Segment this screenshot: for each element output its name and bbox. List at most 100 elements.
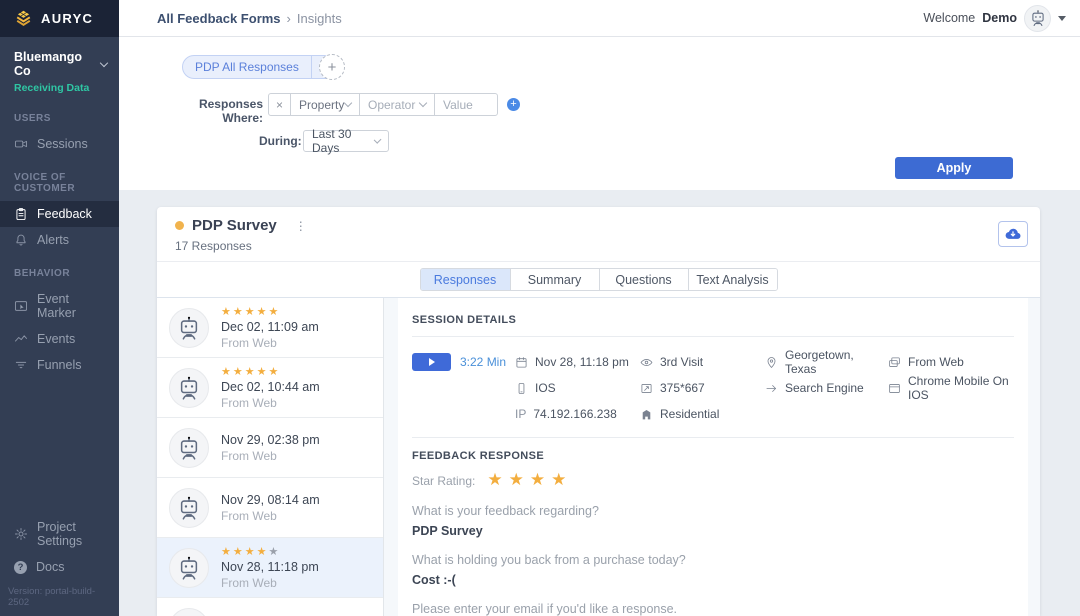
- top-bar: All Feedback Forms › Insights Welcome De…: [119, 0, 1080, 37]
- divider: [412, 336, 1014, 337]
- session-detail-item: 375*667: [640, 381, 765, 395]
- user-avatar[interactable]: [1024, 4, 1051, 32]
- during-select-value: Last 30 Days: [312, 127, 352, 155]
- sidebar-item-alerts[interactable]: Alerts: [0, 227, 119, 253]
- sidebar-item-feedback[interactable]: Feedback: [0, 201, 119, 227]
- sidebar-section-voc: VOICE OF CUSTOMER: [14, 172, 76, 194]
- building-icon: [640, 408, 653, 421]
- main-content: PDP Survey ⋮ 17 Responses Responses Summ…: [119, 190, 1080, 616]
- during-label: During:: [259, 134, 302, 148]
- session-detail-item: Nov 28, 11:18 pm: [515, 355, 640, 369]
- list-item[interactable]: Nov 26, 09:5: [157, 598, 383, 616]
- sidebar-section-behavior: BEHAVIOR: [14, 268, 71, 279]
- screen-resolution-icon: [640, 382, 653, 395]
- robot-avatar-icon: [176, 375, 202, 401]
- tab-summary[interactable]: Summary: [509, 269, 599, 290]
- during-select[interactable]: Last 30 Days: [303, 127, 389, 155]
- sidebar-item-events[interactable]: Events: [0, 326, 119, 352]
- list-item[interactable]: Nov 29, 02:38 pm From Web: [157, 418, 383, 478]
- tab-responses[interactable]: Responses: [420, 269, 510, 290]
- export-button[interactable]: [998, 221, 1028, 247]
- user-menu[interactable]: Welcome Demo: [923, 4, 1066, 32]
- sidebar-item-label: Feedback: [37, 207, 92, 221]
- tab-text-analysis[interactable]: Text Analysis: [687, 269, 777, 290]
- question-circle-icon: ?: [14, 560, 27, 574]
- robot-avatar-icon: [176, 555, 202, 581]
- session-details-heading: SESSION DETAILS: [412, 314, 517, 326]
- response-date: Nov 29, 08:14 am: [221, 492, 320, 507]
- sidebar-item-label: Funnels: [37, 358, 82, 372]
- tabs-row: Responses Summary Questions Text Analysi…: [157, 262, 1040, 298]
- gear-icon: [14, 527, 28, 541]
- welcome-text: Welcome: [923, 11, 976, 25]
- robot-avatar: [169, 547, 209, 588]
- sidebar-item-label: Docs: [36, 560, 65, 574]
- survey-card-header: PDP Survey ⋮ 17 Responses: [157, 207, 1040, 262]
- responses-count: 17 Responses: [175, 239, 252, 253]
- tab-questions[interactable]: Questions: [598, 269, 688, 290]
- chevron-down-icon: [343, 98, 353, 108]
- segment-pill-label[interactable]: PDP All Responses: [183, 56, 311, 78]
- camera-icon: [14, 137, 28, 151]
- add-segment-button[interactable]: +: [319, 54, 345, 80]
- session-details: 3:22 Min Nov 28, 11:18 pm 3rd Visit Geor…: [412, 348, 1014, 427]
- session-duration-link[interactable]: 3:22 Min: [460, 355, 506, 369]
- sidebar: AURYC Bluemango Co Receiving Data USERS …: [0, 0, 119, 616]
- list-item[interactable]: ★★★★★ Dec 02, 11:09 am From Web: [157, 298, 383, 358]
- property-select-value: Property: [299, 97, 345, 112]
- version-label: Version: portal-build-2502: [8, 586, 96, 608]
- filter-panel: PDP All Responses ⋮ + Responses Where: ×…: [119, 37, 1080, 190]
- funnel-icon: [14, 358, 28, 372]
- browser-icon: [888, 382, 901, 395]
- operator-select[interactable]: Operator: [359, 94, 434, 115]
- cloud-download-icon: [1004, 225, 1022, 243]
- sidebar-item-sessions[interactable]: Sessions: [0, 131, 119, 157]
- sidebar-item-label: Events: [37, 332, 76, 346]
- apply-button[interactable]: Apply: [895, 157, 1013, 179]
- remove-condition-button[interactable]: ×: [269, 94, 290, 115]
- sidebar-item-funnels[interactable]: Funnels: [0, 352, 119, 378]
- auryc-logo-icon: [13, 8, 34, 29]
- sidebar-item-docs[interactable]: ? Docs: [0, 554, 119, 580]
- response-date: Dec 02, 10:44 am: [221, 380, 320, 395]
- sidebar-item-event-marker[interactable]: Event Marker: [0, 286, 119, 326]
- org-name[interactable]: Bluemango Co: [14, 50, 101, 78]
- session-detail-item: Georgetown, Texas: [765, 348, 888, 376]
- session-detail-item: Residential: [640, 407, 765, 421]
- play-session-button[interactable]: [412, 353, 451, 371]
- response-detail-panel: SESSION DETAILS 3:22 Min Nov 28, 11:18 p…: [398, 298, 1028, 616]
- chevron-down-icon[interactable]: [99, 58, 109, 68]
- caret-down-icon[interactable]: [1058, 15, 1066, 21]
- session-detail-item: From Web: [888, 355, 1014, 369]
- answer-text: PDP Survey: [412, 524, 483, 538]
- filter-condition-group: × Property Operator: [268, 93, 498, 116]
- star-rating: ★★★★★: [221, 544, 281, 558]
- star-rating-stars: ★★★★: [487, 470, 573, 490]
- list-item[interactable]: Nov 29, 08:14 am From Web: [157, 478, 383, 538]
- response-date: Nov 29, 02:38 pm: [221, 432, 320, 447]
- feedback-star-rating: Star Rating: ★★★★: [412, 472, 1014, 489]
- app-window: AURYC Bluemango Co Receiving Data USERS …: [0, 0, 1080, 616]
- list-item[interactable]: ★★★★★ Dec 02, 10:44 am From Web: [157, 358, 383, 418]
- event-marker-icon: [14, 299, 28, 313]
- response-source: From Web: [221, 448, 277, 463]
- divider: [412, 437, 1014, 438]
- value-input[interactable]: [435, 97, 497, 112]
- list-item-selected[interactable]: ★★★★★ Nov 28, 11:18 pm From Web: [157, 538, 383, 598]
- session-detail-item: Chrome Mobile On IOS: [888, 374, 1014, 402]
- question-text: What is your feedback regarding?: [412, 504, 599, 518]
- session-detail-item: 3rd Visit: [640, 355, 765, 369]
- response-source: From Web: [221, 336, 277, 351]
- property-select[interactable]: Property: [290, 94, 359, 115]
- org-switcher[interactable]: Bluemango Co Receiving Data: [0, 37, 119, 98]
- breadcrumb-all-feedback-forms[interactable]: All Feedback Forms: [157, 11, 281, 26]
- survey-status-dot: [175, 221, 184, 230]
- response-date: Nov 28, 11:18 pm: [221, 560, 319, 575]
- kebab-menu-icon[interactable]: ⋮: [295, 219, 307, 233]
- robot-avatar: [169, 487, 209, 528]
- add-condition-button[interactable]: +: [507, 98, 520, 111]
- sidebar-item-project-settings[interactable]: Project Settings: [0, 514, 119, 554]
- chevron-down-icon: [418, 98, 428, 108]
- brand-name: AURYC: [41, 11, 94, 26]
- org-status-badge: Receiving Data: [14, 82, 90, 94]
